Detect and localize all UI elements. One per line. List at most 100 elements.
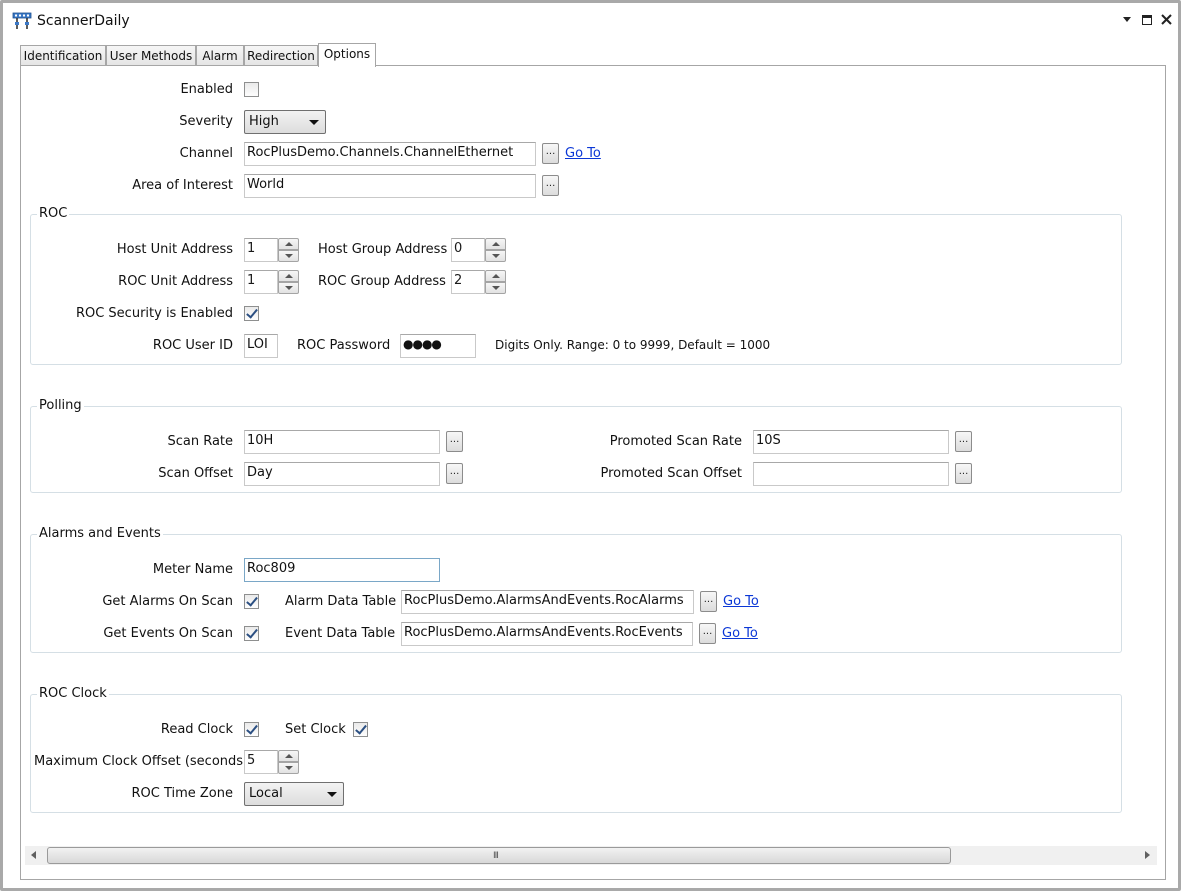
alarms-events-group-title: Alarms and Events [37, 526, 163, 541]
spin-down-icon[interactable] [278, 250, 299, 262]
maximize-button[interactable] [1138, 11, 1156, 29]
tab-options[interactable]: Options [318, 43, 376, 67]
event-table-browse-button[interactable]: ... [699, 623, 716, 644]
spin-down-icon[interactable] [278, 282, 299, 294]
window-menu-button[interactable] [1118, 11, 1136, 29]
host-group-address-spinner[interactable]: 0 [451, 238, 507, 262]
max-clock-offset-spinner[interactable]: 5 [244, 750, 300, 774]
set-clock-label: Set Clock [285, 722, 346, 737]
event-data-table-label: Event Data Table [285, 626, 396, 641]
channel-goto-link[interactable]: Go To [565, 146, 601, 161]
window-title: ScannerDaily [37, 13, 130, 29]
chevron-down-icon [309, 120, 319, 125]
alarm-data-table-label: Alarm Data Table [285, 594, 397, 609]
roc-group-title: ROC [37, 206, 70, 221]
roc-security-label: ROC Security is Enabled [75, 306, 233, 321]
roc-user-id-label: ROC User ID [152, 338, 233, 353]
severity-select[interactable]: High [244, 110, 326, 134]
enabled-label: Enabled [180, 82, 233, 97]
chevron-down-icon [1123, 17, 1131, 22]
event-data-table-field[interactable]: RocPlusDemo.AlarmsAndEvents.RocEvents [401, 622, 693, 646]
tab-alarm[interactable]: Alarm [196, 45, 244, 66]
scan-rate-label: Scan Rate [167, 434, 233, 449]
roc-unit-address-spinner[interactable]: 1 [244, 270, 300, 294]
roc-password-field[interactable]: ●●●● [400, 334, 476, 358]
roc-unit-address-label: ROC Unit Address [118, 274, 233, 289]
scroll-right-icon[interactable] [1145, 851, 1150, 859]
channel-field[interactable]: RocPlusDemo.Channels.ChannelEthernet [244, 142, 536, 166]
spin-up-icon[interactable] [278, 270, 299, 282]
area-browse-button[interactable]: ... [542, 175, 559, 196]
roc-time-zone-select[interactable]: Local [244, 782, 344, 806]
promoted-scan-offset-browse-button[interactable]: ... [955, 463, 972, 484]
network-scanner-icon [12, 12, 32, 29]
get-alarms-checkbox[interactable] [244, 594, 259, 609]
get-events-label: Get Events On Scan [103, 626, 233, 641]
host-unit-address-label: Host Unit Address [116, 242, 233, 257]
max-clock-offset-value[interactable]: 5 [244, 750, 278, 774]
scrollbar-thumb[interactable]: III [47, 847, 951, 864]
spin-up-icon[interactable] [485, 238, 506, 250]
spin-up-icon[interactable] [278, 750, 299, 762]
alarm-table-goto-link[interactable]: Go To [723, 594, 759, 609]
area-of-interest-field[interactable]: World [244, 174, 536, 198]
host-unit-address-value[interactable]: 1 [244, 238, 278, 262]
meter-name-field[interactable]: Roc809 [244, 558, 440, 582]
promoted-scan-rate-browse-button[interactable]: ... [955, 431, 972, 452]
channel-browse-button[interactable]: ... [542, 143, 559, 164]
roc-user-id-field[interactable]: LOI [244, 334, 278, 358]
severity-label: Severity [179, 114, 233, 129]
alarm-table-browse-button[interactable]: ... [700, 591, 717, 612]
meter-name-label: Meter Name [152, 562, 233, 577]
channel-label: Channel [179, 146, 233, 161]
roc-group-address-spinner[interactable]: 2 [451, 270, 507, 294]
alarm-data-table-field[interactable]: RocPlusDemo.AlarmsAndEvents.RocAlarms [401, 590, 694, 614]
roc-time-zone-label: ROC Time Zone [131, 786, 233, 801]
roc-unit-address-value[interactable]: 1 [244, 270, 278, 294]
get-events-checkbox[interactable] [244, 626, 259, 641]
roc-time-zone-value: Local [249, 786, 283, 801]
tab-identification[interactable]: Identification [20, 45, 106, 66]
promoted-scan-rate-field[interactable]: 10S [753, 430, 949, 454]
get-alarms-label: Get Alarms On Scan [102, 594, 233, 609]
spin-down-icon[interactable] [278, 762, 299, 774]
close-icon [1160, 14, 1172, 25]
chevron-down-icon [327, 792, 337, 797]
scan-rate-browse-button[interactable]: ... [446, 431, 463, 452]
read-clock-label: Read Clock [160, 722, 233, 737]
set-clock-checkbox[interactable] [353, 722, 368, 737]
title-bar: ScannerDaily [6, 6, 1178, 36]
maximize-icon [1142, 14, 1152, 25]
scan-rate-field[interactable]: 10H [244, 430, 440, 454]
tab-user-methods[interactable]: User Methods [106, 45, 196, 66]
close-button[interactable] [1157, 11, 1175, 29]
roc-password-label: ROC Password [297, 338, 391, 353]
host-group-address-value[interactable]: 0 [451, 238, 485, 262]
roc-group-address-label: ROC Group Address [318, 274, 446, 289]
spin-down-icon[interactable] [485, 250, 506, 262]
max-clock-offset-label: Maximum Clock Offset (seconds) [34, 754, 249, 769]
promoted-scan-offset-field[interactable] [753, 462, 949, 486]
roc-security-checkbox[interactable] [244, 306, 259, 321]
polling-group-title: Polling [37, 398, 84, 413]
promoted-scan-offset-label: Promoted Scan Offset [600, 466, 742, 481]
spin-up-icon[interactable] [278, 238, 299, 250]
host-group-address-label: Host Group Address [318, 242, 448, 257]
scan-offset-label: Scan Offset [158, 466, 233, 481]
tab-redirection[interactable]: Redirection [244, 45, 318, 66]
read-clock-checkbox[interactable] [244, 722, 259, 737]
area-of-interest-label: Area of Interest [132, 178, 233, 193]
scrollbar-grip: III [493, 851, 499, 861]
host-unit-address-spinner[interactable]: 1 [244, 238, 300, 262]
enabled-checkbox[interactable] [244, 82, 259, 97]
roc-group-address-value[interactable]: 2 [451, 270, 485, 294]
scroll-left-icon[interactable] [31, 851, 36, 859]
event-table-goto-link[interactable]: Go To [722, 626, 758, 641]
spin-up-icon[interactable] [485, 270, 506, 282]
spin-down-icon[interactable] [485, 282, 506, 294]
horizontal-scrollbar[interactable]: III [25, 846, 1157, 865]
scan-offset-field[interactable]: Day [244, 462, 440, 486]
roc-clock-group-title: ROC Clock [37, 686, 109, 701]
scan-offset-browse-button[interactable]: ... [446, 463, 463, 484]
promoted-scan-rate-label: Promoted Scan Rate [609, 434, 742, 449]
